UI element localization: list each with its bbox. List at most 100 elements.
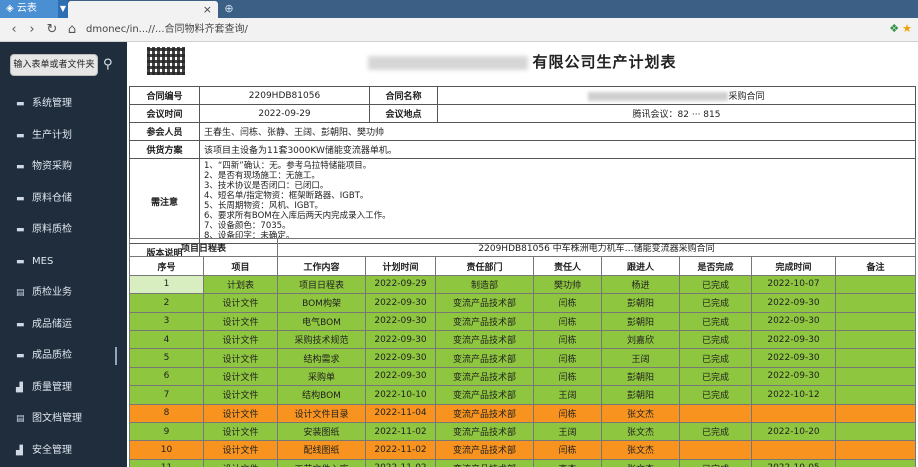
note-line: 1、“四新”确认：无。参考乌拉特储能项目。 — [204, 161, 372, 171]
sidebar-item-12[interactable]: ▟ 安全管理 — [0, 436, 127, 466]
table-cell-done: 已完成 — [679, 311, 753, 331]
table-cell-content: 结构需求 — [277, 348, 367, 368]
table-row[interactable]: 4 设计文件 采购技术规范 2022-09-30 变流产品技术部 闫栋 刘嘉欣 已完成 2022… — [129, 329, 917, 350]
search-icon[interactable]: ⚲ — [103, 56, 121, 74]
table-cell-owner: 闫栋 — [533, 440, 603, 460]
supply-plan-value: 该项目主设备为11套3000KW储能变流器单机。 — [199, 140, 916, 159]
table-cell-plan: 2022-09-30 — [365, 366, 437, 387]
close-tab-icon[interactable]: × — [203, 1, 212, 18]
column-header[interactable]: 工作内容 — [277, 256, 367, 276]
sidebar-item-5[interactable]: ▬ 原料质检 — [0, 215, 127, 245]
table-cell-owner: 闫栋 — [533, 366, 603, 387]
table-cell-done: 已完成 — [679, 421, 753, 442]
meeting-place-label: 会议地点 — [369, 104, 438, 123]
back-icon[interactable]: ‹ — [6, 21, 22, 39]
table-row[interactable]: 3 设计文件 电气BOM 2022-09-30 变流产品技术部 闫栋 彭朝阳 已完成 2022-… — [129, 311, 917, 331]
table-row[interactable]: 6 设计文件 采购单 2022-09-30 变流产品技术部 闫栋 彭朝阳 已完成 2022-09… — [129, 366, 917, 387]
table-cell-done_time: 2022-09-30 — [751, 329, 837, 350]
sidebar-item-label: 系统管理 — [32, 98, 72, 109]
table-cell-follow: 刘嘉欣 — [601, 329, 681, 350]
sidebar-item-label: 成品储运 — [32, 318, 72, 330]
document-icon: ▤ — [16, 288, 25, 298]
redacted-company-name — [368, 55, 529, 70]
sidebar-item-10[interactable]: ▟ 质量管理 — [0, 373, 127, 403]
extension-icon[interactable]: ❖ — [889, 22, 899, 35]
sidebar-item-2[interactable]: ▬ 生产计划 — [0, 121, 127, 151]
document-icon: ▤ — [16, 414, 25, 424]
column-header[interactable]: 是否完成 — [679, 256, 753, 276]
column-header[interactable]: 项目 — [202, 256, 279, 276]
table-cell-plan: 2022-09-30 — [365, 293, 437, 313]
table-cell-owner: 李杰 — [533, 458, 603, 467]
app-tab-label: 云表 — [16, 3, 37, 14]
schedule-label: 项目日程表 — [128, 237, 279, 258]
table-cell-follow: 彭朝阳 — [601, 366, 681, 387]
home-icon[interactable]: ⌂ — [64, 21, 80, 39]
active-browser-tab[interactable]: × — [68, 1, 218, 18]
schedule-header-row: 序号 项目 工作内容 计划时间 责任部门 责任人 跟进人 是否完成 完成时间 备注 — [129, 256, 917, 276]
table-cell-owner: 王阔 — [533, 421, 603, 442]
table-cell-plan: 2022-09-30 — [365, 311, 437, 331]
table-cell-dept: 变流产品技术部 — [435, 421, 535, 442]
table-row[interactable]: 1 计划表 项目日程表 2022-09-29 制造部 樊功帅 杨进 已完成 2022-10-07 — [129, 274, 917, 295]
table-row[interactable]: 2 设计文件 BOM构架 2022-09-30 变流产品技术部 闫栋 彭朝阳 已完成 2022-… — [129, 293, 917, 313]
table-cell-follow: 张文杰 — [601, 421, 681, 442]
table-row[interactable]: 7 设计文件 结构BOM 2022-10-10 变流产品技术部 王阔 彭朝阳 已完成 2022-… — [129, 385, 917, 405]
table-cell-done: 已完成 — [679, 366, 753, 387]
table-cell-no: 7 — [129, 385, 204, 405]
table-cell-follow: 杨进 — [601, 274, 681, 295]
column-header[interactable]: 完成时间 — [751, 256, 837, 276]
sidebar-item-3[interactable]: ▬ 物资采购 — [0, 152, 127, 182]
table-cell-no: 1 — [129, 274, 204, 295]
table-cell-note — [835, 366, 917, 387]
table-cell-plan: 2022-11-04 — [365, 403, 437, 423]
table-cell-plan: 2022-09-30 — [365, 348, 437, 368]
column-header[interactable]: 备注 — [835, 256, 917, 276]
table-row[interactable]: 5 设计文件 结构需求 2022-09-30 变流产品技术部 闫栋 王阔 已完成 2022-09… — [129, 348, 917, 368]
sidebar-item-1[interactable]: ▬ 系统管理 — [0, 89, 127, 119]
column-header[interactable]: 计划时间 — [365, 256, 437, 276]
table-cell-follow: 张文杰 — [601, 440, 681, 460]
table-cell-note — [835, 440, 917, 460]
sidebar-item-label: 质检业务 — [32, 287, 72, 298]
table-cell-no: 6 — [129, 366, 204, 387]
refresh-icon[interactable]: ↻ — [44, 21, 60, 39]
table-cell-done: 已完成 — [679, 293, 753, 313]
forward-icon[interactable]: › — [24, 21, 40, 39]
url-field[interactable]: dmonec/in...//...合同物料齐套查询/ — [86, 22, 248, 38]
column-header[interactable]: 跟进人 — [601, 256, 681, 276]
new-tab-icon[interactable]: ⊕ — [222, 2, 236, 16]
table-cell-dept: 变流产品技术部 — [435, 403, 535, 423]
column-header[interactable]: 责任部门 — [435, 256, 535, 276]
table-cell-owner: 闫栋 — [533, 403, 603, 423]
supply-plan-label: 供货方案 — [129, 140, 200, 159]
table-cell-plan: 2022-10-10 — [365, 385, 437, 405]
table-cell-done_time: 2022-09-30 — [751, 366, 837, 387]
app-tab[interactable]: ◈ 云表 — [0, 0, 58, 18]
sidebar-item-8[interactable]: ▬ 成品储运 — [0, 310, 127, 340]
bookmark-star-icon[interactable]: ★ — [902, 22, 912, 35]
sidebar-item-4[interactable]: ▬ 原料仓储 — [0, 184, 127, 214]
sidebar-item-11[interactable]: ▤ 图文档管理 — [0, 404, 127, 434]
column-header[interactable]: 责任人 — [533, 256, 603, 276]
folder-icon: ▬ — [16, 99, 25, 109]
table-row[interactable]: 9 设计文件 安装图纸 2022-11-02 变流产品技术部 王阔 张文杰 已完成 2022-1… — [129, 421, 917, 442]
table-row[interactable]: 11设计文件工艺文件入库2022-11-02变流产品技术部李杰张文杰已完成202… — [129, 458, 917, 467]
table-cell-content: BOM构架 — [277, 293, 367, 313]
sidebar-item-7[interactable]: ▤ 质检业务 — [0, 278, 127, 308]
sidebar-search-input[interactable]: 输入表单或者文件夹 — [10, 54, 98, 76]
bar-chart-icon: ▟ — [16, 382, 23, 393]
sidebar-item-6[interactable]: ▬ MES — [0, 247, 127, 277]
table-cell-follow: 张文杰 — [601, 458, 681, 467]
attendees-value: 王春生、闫栋、张静、王阔、彭朝阳、樊功帅 — [199, 122, 916, 141]
table-row[interactable]: 10 设计文件 配线图纸 2022-11-02 变流产品技术部 闫栋 张文杰 — [129, 440, 917, 460]
table-cell-note — [835, 293, 917, 313]
table-row[interactable]: 8 设计文件 设计文件目录 2022-11-04 变流产品技术部 闫栋 张文杰 — [129, 403, 917, 423]
column-header[interactable]: 序号 — [129, 256, 204, 276]
note-line: 6、要求所有BOM在入库后两天内完成录入工作。 — [204, 211, 391, 221]
note-line: 4、短名单/指定物资：框架断路器、IGBT。 — [204, 191, 369, 201]
sidebar-item-9[interactable]: ▬ 成品质检 — [0, 341, 127, 371]
table-cell-owner: 闫栋 — [533, 348, 603, 368]
tab-dropdown-icon[interactable]: ▼ — [58, 0, 68, 18]
table-cell-done: 已完成 — [679, 348, 753, 368]
